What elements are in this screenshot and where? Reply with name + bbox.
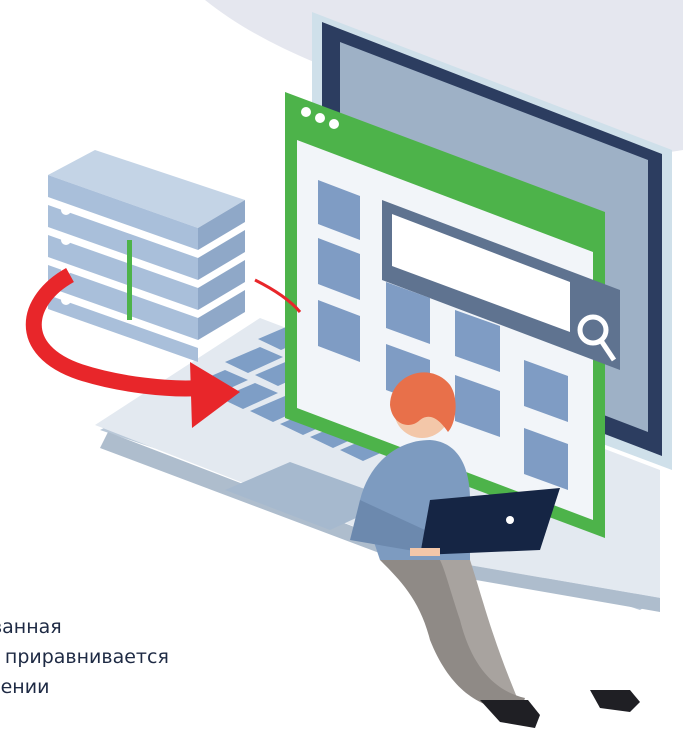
- caption-line: - приравнивается: [0, 646, 169, 668]
- server-books-icon: [48, 150, 245, 362]
- caption-line: цированная: [0, 616, 62, 638]
- caption-text: цированная - приравнивается остижении: [0, 612, 300, 702]
- caption-line: остижении: [0, 676, 50, 698]
